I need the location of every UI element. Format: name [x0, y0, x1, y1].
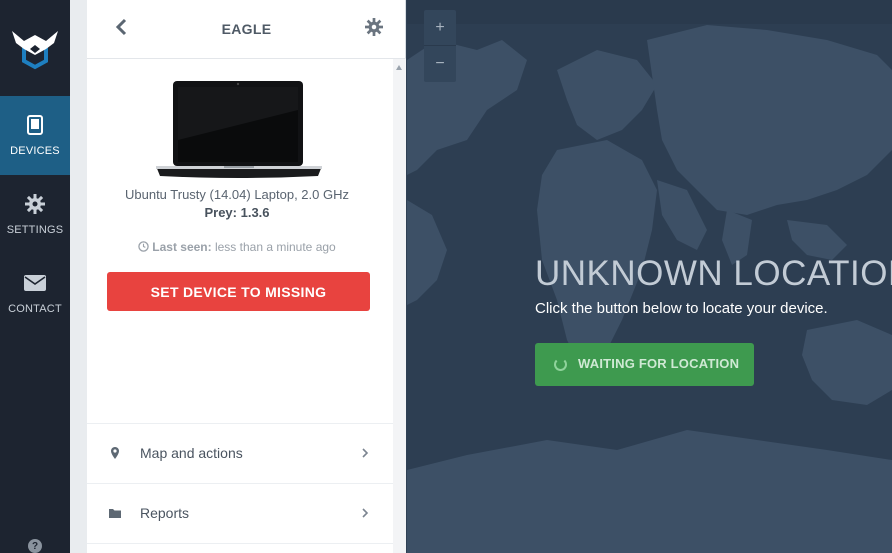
clock-icon: [138, 241, 149, 252]
set-device-missing-button[interactable]: SET DEVICE TO MISSING: [107, 272, 370, 311]
main-nav-rail: DEVICES SETTINGS CONTACT ?: [0, 0, 70, 553]
world-map[interactable]: + − UNKNOWN LOCATION Click the button be…: [407, 0, 892, 553]
menu-item-reports[interactable]: Reports: [87, 483, 393, 543]
prey-version: Prey: 1.3.6: [204, 205, 270, 220]
menu-item-label: Map and actions: [140, 445, 243, 461]
zoom-in-button[interactable]: +: [424, 10, 456, 46]
prey-eagle-logo[interactable]: [0, 0, 70, 96]
device-title: EAGLE: [221, 21, 272, 37]
back-button[interactable]: [113, 17, 129, 37]
map-zoom-controls: + −: [424, 10, 456, 82]
rail-item-label: DEVICES: [10, 145, 60, 157]
location-status-title: UNKNOWN LOCATION: [535, 254, 892, 293]
menu-item-map-and-actions[interactable]: Map and actions: [87, 423, 393, 483]
menu-item-label: Reports: [140, 505, 190, 521]
prey-eagle-logo-icon: [12, 31, 58, 70]
panel-scrollbar[interactable]: [393, 59, 406, 553]
last-seen-label: Last seen:: [152, 240, 212, 254]
rail-item-contact[interactable]: CONTACT: [0, 254, 70, 333]
chevron-right-icon: [362, 508, 369, 518]
rail-item-label: CONTACT: [8, 303, 62, 315]
folder-icon: [109, 509, 121, 518]
device-settings-button[interactable]: [365, 18, 383, 36]
spinner-icon: [554, 358, 567, 371]
chevron-right-icon: [362, 448, 369, 458]
device-model: Ubuntu Trusty (14.04) Laptop, 2.0 GHz: [124, 187, 349, 202]
scroll-up-arrow-icon[interactable]: [396, 65, 402, 70]
envelope-icon: [24, 272, 46, 294]
rail-item-label: SETTINGS: [6, 224, 64, 236]
help-icon[interactable]: ?: [28, 539, 42, 553]
menu-divider: [87, 543, 393, 553]
rail-item-settings[interactable]: SETTINGS: [0, 175, 70, 254]
locate-device-button[interactable]: WAITING FOR LOCATION: [535, 343, 754, 386]
map-pin-icon: [111, 447, 119, 459]
tablet-icon: [24, 114, 46, 136]
gear-icon: [365, 18, 383, 36]
zoom-out-button[interactable]: −: [424, 46, 456, 82]
chevron-left-icon: [115, 18, 127, 36]
last-seen: Last seen: less than a minute ago: [87, 240, 387, 254]
device-panel: EAGLE Ubuntu Trusty (14.04) Laptop, 2.0 …: [87, 0, 406, 553]
laptop-icon: [156, 80, 322, 180]
last-seen-value: less than a minute ago: [214, 240, 336, 254]
panel-gutter: [70, 0, 87, 553]
gear-icon: [24, 193, 46, 215]
locate-button-label: WAITING FOR LOCATION: [578, 356, 740, 371]
rail-item-devices[interactable]: DEVICES: [0, 96, 70, 175]
location-status-subtitle: Click the button below to locate your de…: [535, 300, 828, 317]
panel-header: EAGLE: [87, 0, 406, 59]
